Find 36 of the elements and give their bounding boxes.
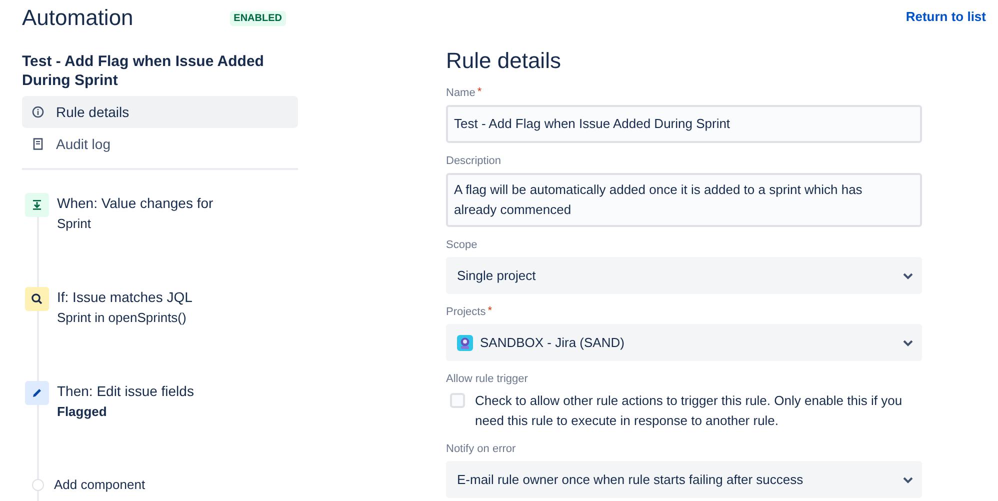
section-heading: Rule details	[446, 47, 562, 75]
checkbox-label: Check to allow other rule actions to trigger this rule. Only enable this if you need this rule to execute in response to another rule.	[475, 392, 904, 430]
info-icon	[32, 106, 44, 118]
component-title: When: Value changes for	[57, 194, 214, 213]
nav-item[interactable]: Audit log	[22, 128, 298, 160]
field-label: Description	[446, 155, 502, 167]
status-badge: ENABLED	[230, 10, 286, 26]
text-area[interactable]: A flag will be automatically added once it is added to a sprint which has already commenced	[446, 173, 922, 227]
field-label: Name	[446, 87, 476, 99]
page-title: Automation	[22, 5, 134, 31]
dropdown[interactable]: Single project	[446, 257, 922, 294]
component-detail: Sprint	[57, 215, 92, 233]
checkbox[interactable]	[450, 393, 465, 408]
text-field[interactable]: Test - Add Flag when Issue Added During Sprint	[446, 105, 922, 143]
required-mark: *	[477, 87, 482, 98]
component-detail: Flagged	[57, 403, 108, 421]
nav-item[interactable]: Rule details	[22, 96, 298, 128]
pencil-icon	[25, 381, 49, 405]
dropdown[interactable]: SANDBOX - Jira (SAND)	[446, 324, 922, 361]
circle-icon	[32, 479, 44, 491]
return-link[interactable]: Return to list	[906, 9, 986, 31]
rule-title: Test - Add Flag when Issue Added During Sprint	[22, 52, 265, 90]
document-icon	[32, 138, 44, 150]
field-label: Scope	[446, 239, 478, 251]
component-title: Then: Edit issue fields	[57, 382, 194, 401]
project-icon	[457, 334, 473, 350]
component-detail: Sprint in openSprints()	[57, 309, 188, 327]
dropdown[interactable]: E-mail rule owner once when rule starts failing after success	[446, 461, 922, 498]
required-mark: *	[488, 306, 492, 317]
download-icon	[25, 193, 49, 217]
field-label: Allow rule trigger	[446, 373, 528, 385]
component-title: If: Issue matches JQL	[57, 288, 192, 307]
field-label: Projects	[446, 306, 486, 318]
field-label: Notify on error	[446, 443, 516, 455]
search-icon	[25, 287, 49, 311]
add-component-link[interactable]: Add component	[54, 475, 146, 495]
